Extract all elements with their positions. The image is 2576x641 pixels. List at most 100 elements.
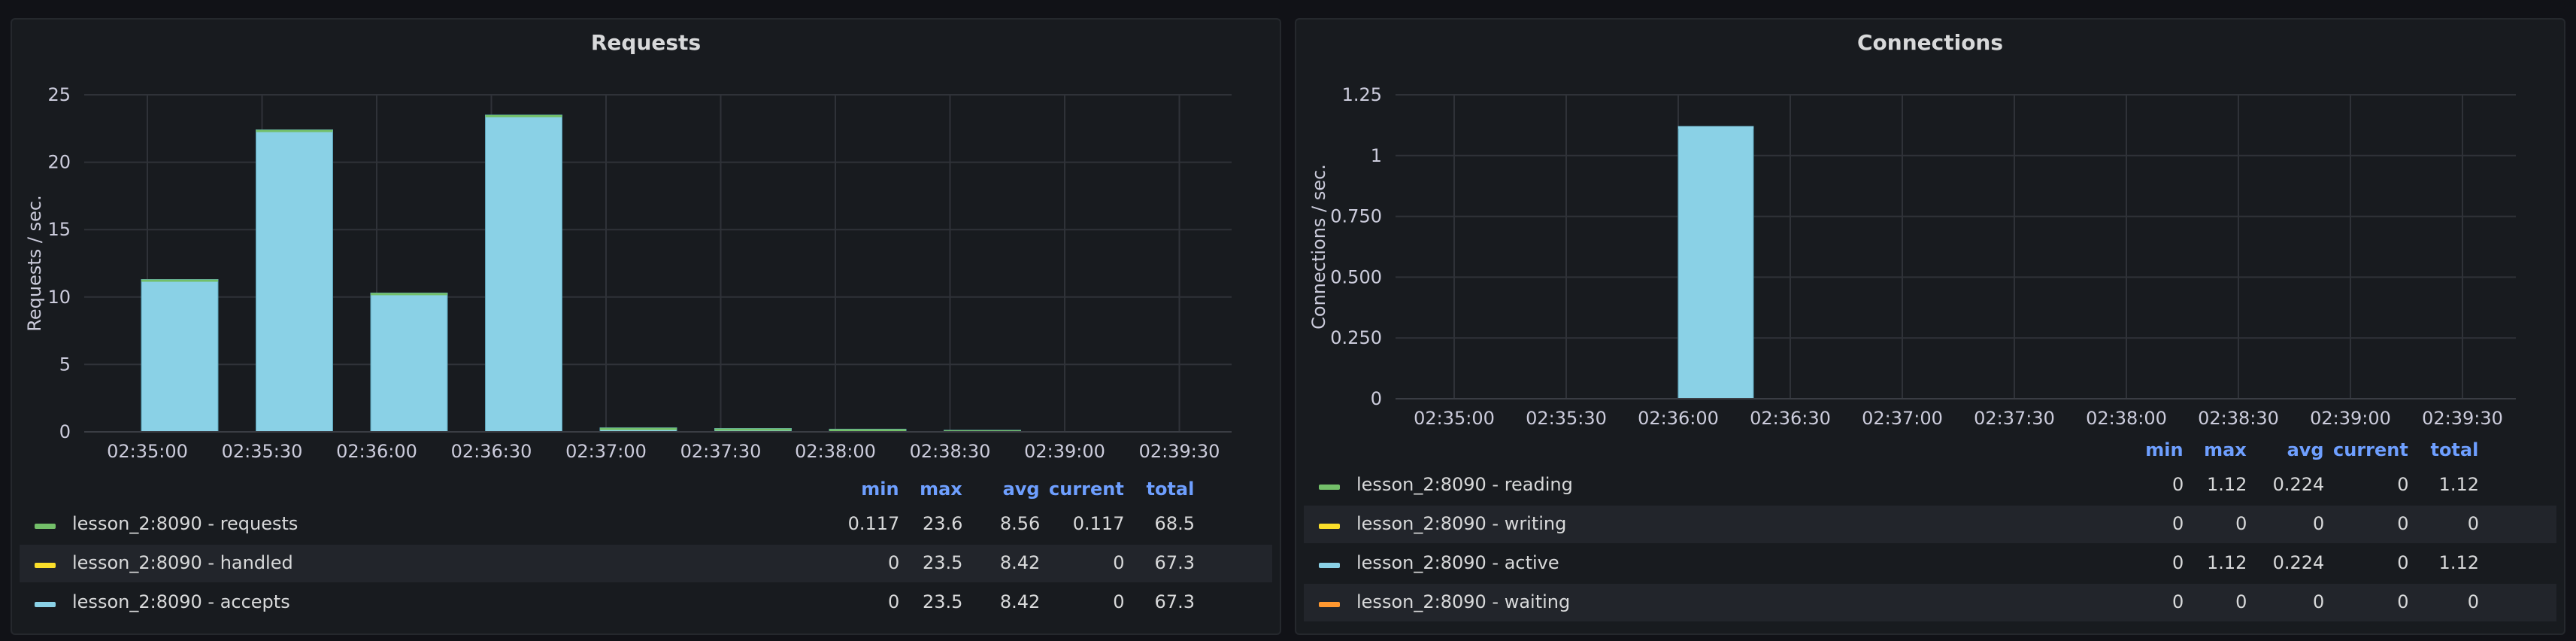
legend-series-name[interactable]: lesson_2:8090 - handled (72, 552, 293, 573)
series-color-swatch[interactable] (35, 602, 56, 607)
x-tick-label: 02:37:00 (1862, 408, 1943, 429)
legend-header-total[interactable]: total (2396, 439, 2478, 460)
x-tick-label: 02:36:30 (451, 441, 532, 462)
y-tick-label: 1.25 (1342, 84, 1382, 105)
x-tick-label: 02:36:00 (1638, 408, 1719, 429)
y-tick-label: 20 (47, 152, 71, 173)
legend-value-max: 23.6 (923, 513, 963, 534)
x-tick-label: 02:37:30 (680, 441, 762, 462)
bar-top (256, 129, 333, 132)
series-color-swatch[interactable] (1319, 563, 1340, 568)
x-tick-label: 02:35:30 (222, 441, 303, 462)
legend-value-avg: 0.224 (2272, 552, 2325, 573)
legend-row[interactable]: lesson_2:8090 - active 0 1.12 0.224 0 1.12 (1304, 545, 2556, 582)
x-tick-label: 02:38:00 (795, 441, 876, 462)
y-axis-label: Requests / sec. (24, 195, 45, 331)
legend-value-total: 0 (2467, 513, 2479, 534)
connections-panel: Connections 0 0.250 0.500 0.750 1 1.25 02:35:0… (1295, 18, 2565, 635)
x-tick-label: 02:35:30 (1526, 408, 1607, 429)
x-tick-label: 02:39:30 (2422, 408, 2503, 429)
series-color-swatch[interactable] (35, 524, 56, 529)
x-tick-label: 02:35:00 (1414, 408, 1495, 429)
y-tick-label: 0.250 (1330, 327, 1382, 348)
x-tick-label: 02:38:30 (910, 441, 991, 462)
bar (256, 129, 333, 433)
x-tick-label: 02:36:00 (336, 441, 417, 462)
y-tick-label: 0.500 (1330, 266, 1382, 287)
legend-value-avg: 8.42 (999, 591, 1041, 612)
legend-row[interactable]: lesson_2:8090 - writing 0 0 0 0 0 (1304, 506, 2556, 543)
legend-row[interactable]: lesson_2:8090 - waiting 0 0 0 0 0 (1304, 584, 2556, 621)
series-color-swatch[interactable] (1319, 524, 1340, 529)
legend-value-max: 23.5 (923, 552, 963, 573)
legend-value-max: 1.12 (2207, 474, 2247, 495)
legend-value-max: 0 (2235, 591, 2247, 612)
bar-top (485, 114, 562, 117)
y-axis-label: Connections / sec. (1308, 164, 1329, 330)
y-tick-label: 15 (47, 219, 71, 240)
legend-row[interactable]: lesson_2:8090 - handled 0 23.5 8.42 0 67.3 (20, 545, 1272, 582)
y-tick-label: 0.750 (1330, 206, 1382, 227)
x-tick-label: 02:39:00 (2310, 408, 2391, 429)
bar-top (371, 293, 447, 296)
legend-value-max: 0 (2235, 513, 2247, 534)
legend-header: min max avg current total (12, 478, 1280, 509)
x-tick-label: 02:37:00 (565, 441, 647, 462)
bar-top (141, 279, 218, 282)
series-color-swatch[interactable] (1319, 485, 1340, 490)
legend-value-avg: 0 (2313, 513, 2325, 534)
legend-value-total: 68.5 (1154, 513, 1195, 534)
legend-value-total: 67.3 (1154, 552, 1195, 573)
y-tick-label: 10 (47, 287, 71, 308)
legend-row[interactable]: lesson_2:8090 - requests 0.117 23.6 8.56 0.1… (20, 506, 1272, 543)
x-tick-label: 02:39:30 (1139, 441, 1220, 462)
bar-top (829, 429, 906, 432)
y-tick-label: 5 (59, 354, 71, 375)
legend-row[interactable]: lesson_2:8090 - accepts 0 23.5 8.42 0 67.3 (20, 584, 1272, 621)
x-tick-label: 02:38:00 (2086, 408, 2167, 429)
legend-value-total: 67.3 (1154, 591, 1195, 612)
legend-value-avg: 8.42 (999, 552, 1041, 573)
legend-value-max: 1.12 (2207, 552, 2247, 573)
bar-top (600, 427, 677, 430)
y-tick-label: 0 (1371, 388, 1382, 409)
x-tick-label: 02:36:30 (1750, 408, 1831, 429)
series-color-swatch[interactable] (35, 563, 56, 568)
legend-value-avg: 8.56 (999, 513, 1041, 534)
legend-series-name[interactable]: lesson_2:8090 - active (1356, 552, 1559, 573)
bar (141, 279, 219, 433)
bar (370, 292, 448, 433)
requests-panel: Requests 0 5 10 15 20 25 02:35:00 02:35:30 02:36… (11, 18, 1281, 635)
bar-top (1678, 126, 1753, 129)
series-color-swatch[interactable] (1319, 602, 1340, 607)
bar (1677, 126, 1754, 399)
legend-value-avg: 0 (2313, 591, 2325, 612)
legend-value-avg: 0.224 (2272, 474, 2325, 495)
legend-header-max[interactable]: max (880, 478, 962, 500)
x-tick-label: 02:37:30 (1974, 408, 2055, 429)
y-tick-label: 25 (47, 84, 71, 105)
legend-row[interactable]: lesson_2:8090 - reading 0 1.12 0.224 0 1.12 (1304, 466, 2556, 504)
legend-series-name[interactable]: lesson_2:8090 - accepts (72, 591, 290, 612)
legend-value-total: 0 (2467, 591, 2479, 612)
legend-series-name[interactable]: lesson_2:8090 - reading (1356, 474, 1573, 495)
legend-value-total: 1.12 (2438, 552, 2479, 573)
connections-chart: 0 0.250 0.500 0.750 1 1.25 02:35:00 02:35:30 02:… (1308, 84, 2516, 429)
bar (485, 114, 562, 433)
y-tick-label: 0 (59, 421, 71, 442)
x-tick-label: 02:39:00 (1024, 441, 1105, 462)
requests-chart: 0 5 10 15 20 25 02:35:00 02:35:30 02:36:00 02:36:… (24, 84, 1232, 462)
legend-header: min max avg current total (1296, 439, 2564, 469)
legend-header-max[interactable]: max (2164, 439, 2247, 460)
x-tick-label: 02:35:00 (107, 441, 188, 462)
legend-value-max: 23.5 (923, 591, 963, 612)
legend-series-name[interactable]: lesson_2:8090 - writing (1356, 513, 1566, 534)
legend-header-total[interactable]: total (1111, 478, 1194, 500)
x-tick-label: 02:38:30 (2198, 408, 2279, 429)
legend-header-avg[interactable]: avg (2241, 439, 2324, 460)
legend-header-avg[interactable]: avg (957, 478, 1040, 500)
y-tick-label: 1 (1371, 145, 1382, 166)
legend-series-name[interactable]: lesson_2:8090 - waiting (1356, 591, 1570, 612)
legend-value-total: 1.12 (2438, 474, 2479, 495)
legend-series-name[interactable]: lesson_2:8090 - requests (72, 513, 298, 534)
